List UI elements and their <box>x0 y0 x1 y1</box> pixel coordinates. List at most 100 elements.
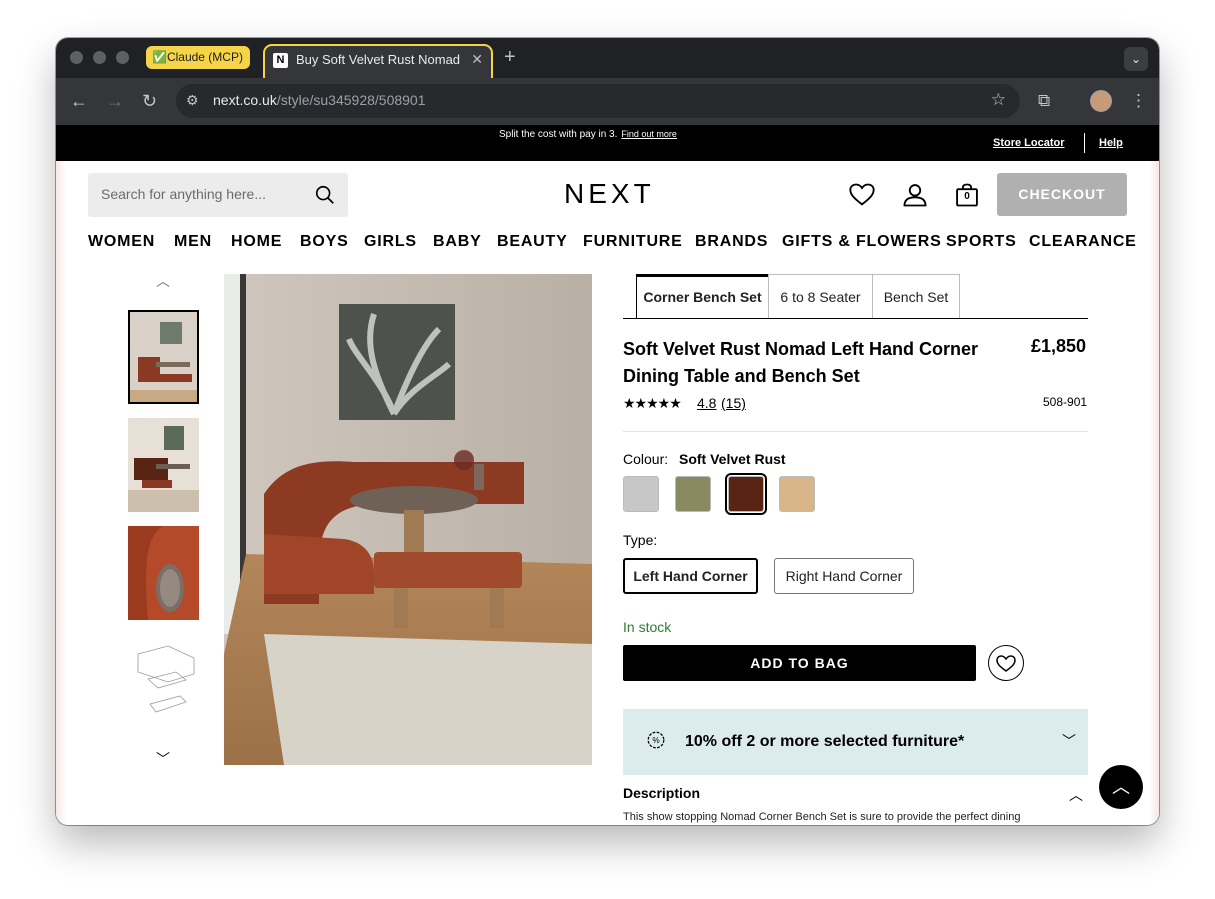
discount-badge-icon: % <box>647 731 665 749</box>
bag-count: 0 <box>964 191 970 202</box>
chevron-down-icon[interactable]: ﹀ <box>1062 731 1076 751</box>
tab-corner-bench-set[interactable]: Corner Bench Set <box>636 274 769 318</box>
address-bar[interactable]: ⚙ next.co.uk/style/su345928/508901 ☆ <box>176 84 1020 118</box>
variant-tabs-underline <box>623 318 1088 319</box>
divider <box>623 431 1088 432</box>
nav-boys[interactable]: BOYS <box>300 233 349 251</box>
tab-claude-mcp[interactable]: ✅Claude (MCP) <box>146 46 250 69</box>
product-title: Soft Velvet Rust Nomad Left Hand Corner … <box>623 339 979 386</box>
product-price: £1,850 <box>1031 336 1087 356</box>
add-to-bag-button[interactable]: ADD TO BAG <box>623 645 976 681</box>
nav-furniture[interactable]: FURNITURE <box>583 233 683 251</box>
zoom-window-button[interactable] <box>116 51 129 64</box>
tab-search-chevron-icon[interactable]: ⌄ <box>1124 47 1148 71</box>
close-window-button[interactable] <box>70 51 83 64</box>
search-placeholder: Search for anything here... <box>101 186 266 202</box>
promo-divider <box>1084 133 1085 153</box>
nav-clearance[interactable]: CLEARANCE <box>1029 233 1137 251</box>
heart-icon <box>996 655 1016 672</box>
close-tab-icon[interactable]: ✕ <box>471 51 483 68</box>
reload-icon[interactable]: ↻ <box>142 90 157 112</box>
swatch-grey[interactable] <box>623 476 659 512</box>
description-text: This show stopping Nomad Corner Bench Se… <box>623 811 1021 823</box>
back-icon[interactable]: ← <box>70 90 88 112</box>
product-photo <box>224 274 592 765</box>
nav-beauty[interactable]: BEAUTY <box>497 233 568 251</box>
offer-banner[interactable]: % 10% off 2 or more selected furniture* … <box>623 709 1088 775</box>
svg-text:%: % <box>652 736 660 745</box>
nav-women[interactable]: WOMEN <box>88 233 155 251</box>
edge-shade <box>1149 161 1159 825</box>
thumbnail-4[interactable] <box>128 634 199 728</box>
item-number: 508-901 <box>1043 395 1088 409</box>
colour-value: Soft Velvet Rust <box>679 451 786 467</box>
swatch-rust[interactable] <box>725 473 767 515</box>
store-locator-link[interactable]: Store Locator <box>993 137 1065 149</box>
tab-label: ✅Claude (MCP) <box>152 50 243 64</box>
tab-bench-set[interactable]: Bench Set <box>872 274 960 318</box>
thumbnail-3[interactable] <box>128 526 199 620</box>
main-product-image[interactable] <box>224 274 592 765</box>
review-count-link[interactable]: (15) <box>721 395 746 411</box>
back-to-top-button[interactable]: ︿ <box>1099 765 1143 809</box>
new-tab-button[interactable]: + <box>504 46 516 68</box>
chevron-up-icon[interactable]: ︿ <box>1069 785 1083 805</box>
type-left-hand-corner-button[interactable]: Left Hand Corner <box>623 558 758 594</box>
thumbnail-1[interactable] <box>128 310 199 404</box>
edge-shade <box>56 161 66 825</box>
find-out-more-link[interactable]: Find out more <box>621 129 677 139</box>
thumbnail-diagram-image <box>128 634 199 728</box>
url-text: next.co.uk/style/su345928/508901 <box>213 92 426 108</box>
thumbnails-up-chevron-icon[interactable]: ︿ <box>156 271 170 291</box>
extensions-icon[interactable]: ⧉ <box>1038 90 1050 112</box>
bookmark-star-icon[interactable]: ☆ <box>991 90 1006 110</box>
search-input[interactable]: Search for anything here... <box>88 173 348 217</box>
profile-avatar[interactable] <box>1090 90 1112 112</box>
bag-icon[interactable]: 0 <box>953 181 981 209</box>
swatch-sand[interactable] <box>779 476 815 512</box>
help-link[interactable]: Help <box>1099 137 1123 149</box>
nav-gifts-flowers[interactable]: GIFTS & FLOWERS <box>782 233 942 251</box>
stock-status: In stock <box>623 619 672 635</box>
type-right-hand-corner-button[interactable]: Right Hand Corner <box>774 558 914 594</box>
thumbnail-2[interactable] <box>128 418 199 512</box>
nav-home[interactable]: HOME <box>231 233 282 251</box>
nav-men[interactable]: MEN <box>174 233 212 251</box>
promo-message: Split the cost with pay in 3. Find out mo… <box>499 129 677 140</box>
tab-active-product[interactable]: N Buy Soft Velvet Rust Nomad Left Hand C… <box>263 44 493 78</box>
tab-label: Buy Soft Velvet Rust Nomad Left Hand Cor… <box>296 52 464 67</box>
browser-toolbar: ← → ↻ ⚙ next.co.uk/style/su345928/508901… <box>56 78 1159 125</box>
more-menu-icon[interactable]: ⋮ <box>1130 90 1147 112</box>
forward-icon[interactable]: → <box>106 90 124 112</box>
thumbnail-corner-set-image <box>130 312 197 402</box>
minimize-window-button[interactable] <box>93 51 106 64</box>
browser-window: ✅Claude (MCP) N Buy Soft Velvet Rust Nom… <box>56 38 1159 825</box>
colour-label: Colour: <box>623 451 669 467</box>
offer-text: 10% off 2 or more selected furniture* <box>685 733 965 750</box>
site-info-icon[interactable]: ⚙ <box>186 92 199 109</box>
account-user-icon[interactable] <box>901 181 929 209</box>
nav-girls[interactable]: GIRLS <box>364 233 417 251</box>
rating-stars-icon: ★★★★★ <box>623 395 682 411</box>
swatch-olive[interactable] <box>675 476 711 512</box>
type-label: Type: <box>623 532 658 548</box>
thumbnails-down-chevron-icon[interactable]: ﹀ <box>156 749 170 769</box>
web-page: Split the cost with pay in 3. Find out mo… <box>56 125 1159 825</box>
thumbnail-room-image <box>128 418 199 512</box>
add-to-favourites-button[interactable] <box>988 645 1024 681</box>
title-bar: ✅Claude (MCP) N Buy Soft Velvet Rust Nom… <box>56 38 1159 78</box>
tab-6-to-8-seater[interactable]: 6 to 8 Seater <box>768 274 873 318</box>
search-icon[interactable] <box>314 184 336 206</box>
chevron-up-icon: ︿ <box>1112 777 1130 797</box>
favourites-heart-icon[interactable] <box>848 181 876 209</box>
promo-bar: Split the cost with pay in 3. Find out mo… <box>56 125 1159 161</box>
next-favicon-icon: N <box>273 53 288 68</box>
thumbnail-topdown-image <box>128 526 199 620</box>
rating-value-link[interactable]: 4.8 <box>697 395 716 411</box>
nav-baby[interactable]: BABY <box>433 233 482 251</box>
checkout-button[interactable]: CHECKOUT <box>997 173 1127 216</box>
nav-brands[interactable]: BRANDS <box>695 233 768 251</box>
next-logo[interactable]: NEXT <box>564 178 655 210</box>
description-heading[interactable]: Description <box>623 785 700 801</box>
nav-sports[interactable]: SPORTS <box>946 233 1017 251</box>
